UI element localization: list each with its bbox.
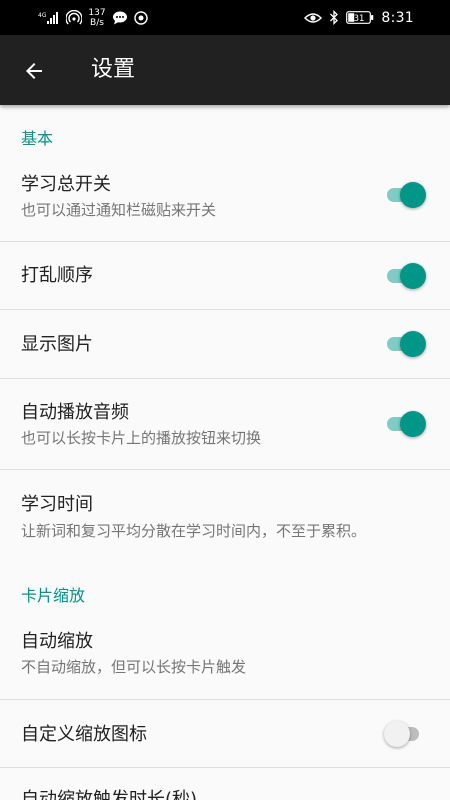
pref-title: 打乱顺序 [21, 265, 93, 286]
pref-summary: 也可以通过通知栏磁贴来开关 [21, 201, 217, 219]
pref-title: 自定义缩放图标 [21, 724, 147, 745]
eye-comfort-icon [304, 12, 323, 24]
show-images-toggle[interactable] [384, 330, 428, 358]
hotspot-icon [66, 9, 82, 26]
shuffle-order-toggle[interactable] [384, 262, 428, 290]
divider [0, 767, 450, 768]
pref-title: 自动播放音频 [21, 402, 129, 423]
app-notification-icon [134, 10, 148, 25]
divider [0, 699, 450, 700]
pref-title: 学习时间 [21, 494, 93, 515]
back-button[interactable] [20, 57, 48, 85]
battery-icon: 31 [346, 11, 374, 24]
autoplay-audio-toggle[interactable] [384, 410, 428, 438]
svg-text:4G: 4G [38, 12, 47, 19]
section-header-basic: 基本 [21, 129, 54, 148]
pref-title: 显示图片 [21, 334, 93, 355]
bluetooth-icon [329, 10, 339, 25]
custom-zoom-icon-toggle[interactable] [384, 720, 428, 748]
learning-master-toggle[interactable] [384, 181, 428, 209]
status-right: 31 8:31 [304, 0, 414, 35]
divider [0, 309, 450, 310]
pref-title: 学习总开关 [21, 174, 111, 195]
signal-icon: 4G [38, 11, 60, 25]
toggle-thumb [384, 721, 410, 747]
pref-summary: 也可以长按卡片上的播放按钮来切换 [21, 429, 262, 447]
divider [0, 469, 450, 470]
status-bar: 4G 137 B/s 31 8:31 [0, 0, 450, 35]
section-header-card-zoom: 卡片缩放 [21, 586, 86, 605]
battery-level: 31 [354, 14, 365, 24]
toggle-thumb [400, 182, 426, 208]
toggle-thumb [400, 331, 426, 357]
message-icon [112, 11, 128, 25]
toggle-thumb [400, 263, 426, 289]
page-title: 设置 [91, 57, 136, 82]
clock: 8:31 [381, 9, 414, 26]
pref-title: 自动缩放触发时长(秒) [21, 789, 198, 800]
toolbar: 设置 [0, 35, 450, 105]
pref-summary: 让新词和复习平均分散在学习时间内，不至于累积。 [21, 522, 367, 540]
net-speed: 137 B/s [88, 8, 106, 28]
arrow-back-icon [26, 63, 42, 79]
net-speed-unit: B/s [90, 17, 104, 28]
divider [0, 378, 450, 379]
pref-summary: 不自动缩放，但可以长按卡片触发 [21, 658, 247, 676]
divider [0, 241, 450, 242]
toggle-thumb [400, 411, 426, 437]
pref-title: 自动缩放 [21, 631, 93, 652]
status-left: 4G 137 B/s [38, 0, 148, 35]
net-speed-value: 137 [88, 7, 106, 18]
